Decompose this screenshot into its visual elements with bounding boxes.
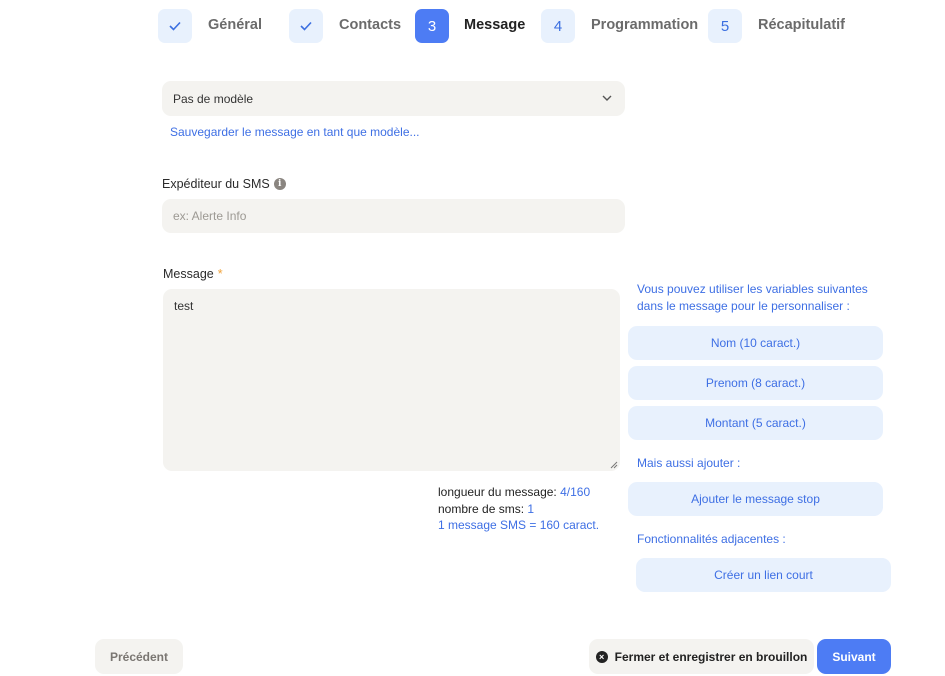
sms-rule: 1 message SMS = 160 caract.	[438, 518, 600, 532]
save-as-template-link[interactable]: Sauvegarder le message en tant que modèl…	[170, 125, 420, 139]
step-programmation-label[interactable]: Programmation	[591, 17, 698, 33]
template-select-value: Pas de modèle	[173, 91, 254, 106]
sender-label: Expéditeur du SMS i	[162, 177, 286, 191]
create-short-link-button[interactable]: Créer un lien court	[636, 558, 891, 592]
next-button[interactable]: Suivant	[817, 639, 891, 674]
step-recapitulatif-label[interactable]: Récapitulatif	[758, 17, 845, 33]
template-select[interactable]: Pas de modèle	[162, 81, 625, 116]
length-label: longueur du message:	[438, 485, 557, 499]
previous-button[interactable]: Précédent	[95, 639, 183, 674]
resize-handle-icon[interactable]	[610, 461, 618, 469]
step-recapitulatif-badge[interactable]: 5	[708, 9, 742, 43]
save-draft-button[interactable]: × Fermer et enregistrer en brouillon	[589, 639, 814, 674]
features-hint: Fonctionnalités adjacentes :	[637, 532, 786, 546]
chevron-down-icon	[602, 95, 612, 101]
step-contacts-check-icon[interactable]	[289, 9, 323, 43]
step-general-check-icon[interactable]	[158, 9, 192, 43]
required-mark: *	[217, 267, 223, 281]
step-programmation-badge[interactable]: 4	[541, 9, 575, 43]
sms-count-label: nombre de sms:	[438, 501, 525, 516]
message-counter: longueur du message: 4/160 nombre de sms…	[438, 484, 599, 534]
step-general-label[interactable]: Général	[208, 17, 262, 33]
step-message-label[interactable]: Message	[464, 17, 525, 33]
close-circle-icon: ×	[595, 650, 608, 663]
step-contacts-label[interactable]: Contacts	[339, 17, 401, 33]
save-draft-label: Fermer et enregistrer en brouillon	[614, 649, 808, 664]
variable-prenom-button[interactable]: Prenom (8 caract.)	[628, 366, 883, 400]
wizard-stepper: Général Contacts 3 Message 4 Programmati…	[158, 8, 918, 44]
message-textarea[interactable]: test	[163, 289, 620, 471]
message-text: test	[174, 299, 194, 313]
add-stop-message-button[interactable]: Ajouter le message stop	[628, 482, 883, 516]
step-message-badge[interactable]: 3	[415, 9, 449, 43]
variables-hint: Vous pouvez utiliser les variables suiva…	[637, 282, 868, 313]
sms-count-value: 1	[527, 501, 535, 516]
message-label-text: Message	[163, 267, 214, 281]
length-value: 4/160	[560, 485, 591, 499]
sender-label-text: Expéditeur du SMS	[162, 177, 270, 191]
variable-montant-button[interactable]: Montant (5 caract.)	[628, 406, 883, 440]
sender-input[interactable]	[162, 199, 625, 233]
message-label: Message *	[163, 267, 223, 281]
variable-nom-button[interactable]: Nom (10 caract.)	[628, 326, 883, 360]
info-icon[interactable]: i	[273, 178, 286, 190]
also-add-hint: Mais aussi ajouter :	[637, 456, 741, 470]
